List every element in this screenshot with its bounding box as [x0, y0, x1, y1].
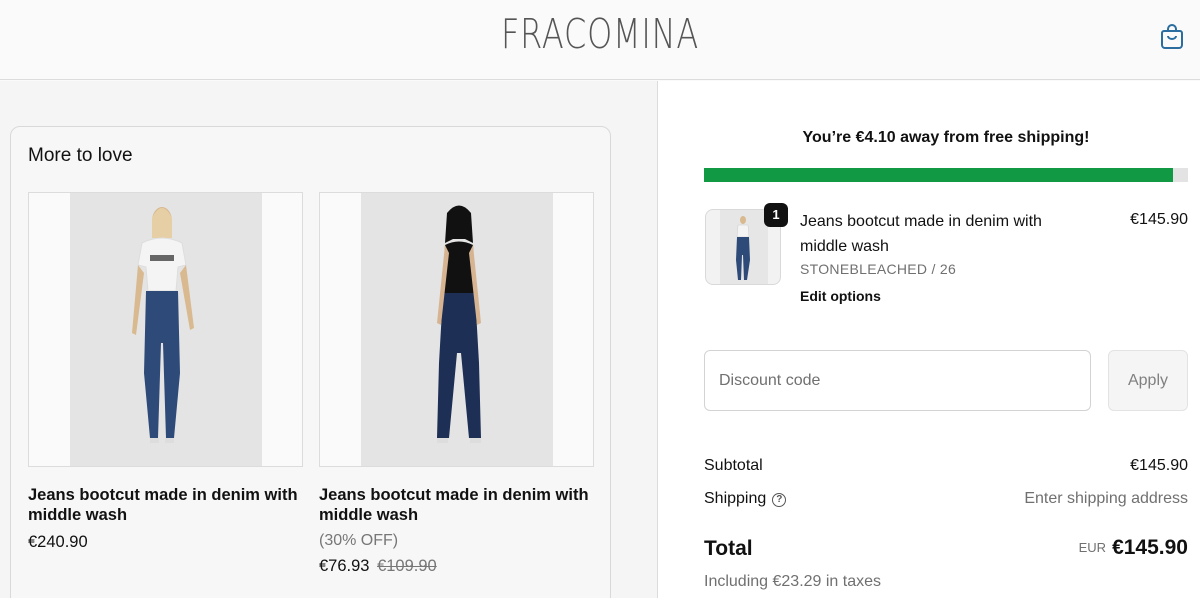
brand-logo[interactable]: FRACOMINA: [132, 10, 1068, 58]
subtotal-value: €145.90: [1130, 457, 1188, 474]
total-value-group: EUR €145.90: [1079, 536, 1188, 560]
discount-label: (30% OFF): [319, 532, 399, 549]
help-icon[interactable]: ?: [772, 493, 787, 507]
model-illustration: [132, 207, 194, 443]
free-shipping-progress-bar: [704, 168, 1188, 182]
upsell-product-card[interactable]: Jeans bootcut made in denim with middle …: [319, 192, 594, 576]
model-illustration: [437, 205, 481, 443]
shipping-value: Enter shipping address: [1024, 490, 1188, 507]
quantity-badge: 1: [764, 203, 788, 227]
header: FRACOMINA: [0, 0, 1200, 80]
apply-discount-button[interactable]: Apply: [1108, 350, 1188, 411]
upsell-product-card[interactable]: Jeans bootcut made in denim with middle …: [28, 192, 303, 552]
progress-fill: [704, 168, 1174, 182]
total-value: €145.90: [1112, 536, 1188, 559]
product-name[interactable]: Jeans bootcut made in denim with middle …: [319, 485, 594, 525]
product-name[interactable]: Jeans bootcut made in denim with middle …: [28, 485, 303, 525]
product-image[interactable]: [28, 192, 303, 467]
more-to-love-section: More to love Jeans bootcut made in denim…: [10, 126, 611, 598]
discount-code-input[interactable]: [704, 350, 1091, 411]
product-price: €240.90: [28, 533, 88, 551]
order-summary-panel: You’re €4.10 away from free shipping! 1 …: [657, 81, 1200, 598]
taxes-note: Including €23.29 in taxes: [704, 573, 882, 590]
left-panel: More to love Jeans bootcut made in denim…: [0, 81, 657, 598]
product-price-row: €76.93 €109.90: [319, 557, 594, 576]
cart-item-name: Jeans bootcut made in denim with middle …: [800, 213, 1042, 255]
cart-item-variant: STONEBLEACHED / 26: [800, 261, 957, 277]
shopping-bag-icon[interactable]: [1158, 22, 1186, 50]
total-label: Total: [704, 537, 753, 560]
compare-at-price: €109.90: [377, 557, 437, 575]
free-shipping-message: You’re €4.10 away from free shipping!: [802, 129, 1090, 146]
product-image[interactable]: [319, 192, 594, 467]
shipping-row: Shipping? Enter shipping address: [704, 490, 1188, 508]
subtotal-label: Subtotal: [704, 457, 763, 474]
total-row: Total EUR €145.90: [704, 536, 1188, 561]
shipping-label: Shipping: [704, 490, 767, 507]
edit-options-link[interactable]: Edit options: [800, 288, 881, 304]
subtotal-row: Subtotal €145.90: [704, 457, 1188, 475]
product-price: €76.93: [319, 557, 370, 575]
section-title: More to love: [28, 145, 133, 166]
cart-item-price: €145.90: [1130, 211, 1188, 228]
currency-code: EUR: [1078, 540, 1107, 555]
